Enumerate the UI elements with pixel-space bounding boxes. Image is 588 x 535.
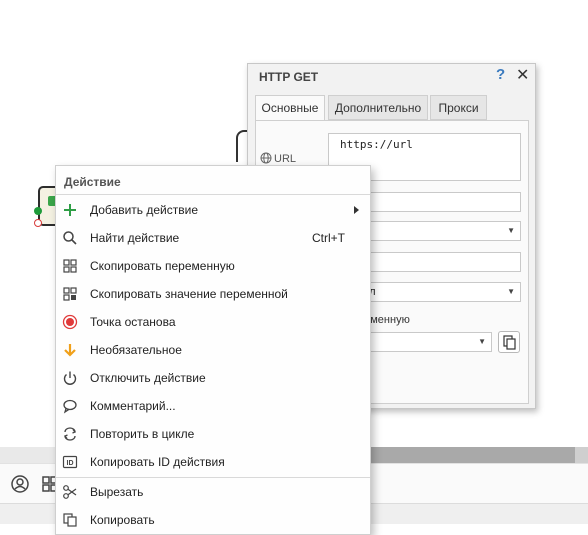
menu-item-find-action[interactable]: Найти действие Ctrl+T — [56, 224, 370, 252]
menu-item-label: Комментарий... — [90, 399, 176, 413]
menu-item-label: Добавить действие — [90, 203, 198, 217]
menu-item-label: Точка останова — [90, 315, 176, 329]
submenu-arrow-icon — [354, 206, 359, 214]
globe-icon — [260, 152, 272, 164]
menu-item-optional[interactable]: Необязательное — [56, 336, 370, 364]
breakpoint-icon — [62, 314, 78, 330]
field-2[interactable] — [358, 252, 521, 272]
grid-icon — [63, 259, 77, 273]
scissors-icon — [63, 485, 77, 499]
menu-item-copy-action-id[interactable]: ID Копировать ID действия — [56, 448, 370, 476]
context-menu: Действие Добавить действие Найти действи… — [55, 165, 371, 535]
tab-main[interactable]: Основные — [255, 95, 325, 121]
menu-item-disable-action[interactable]: Отключить действие — [56, 364, 370, 392]
select-2[interactable]: йл▼ — [358, 282, 521, 302]
copy-icon — [503, 335, 516, 350]
search-icon — [63, 231, 77, 245]
tab-advanced[interactable]: Дополнительно — [328, 95, 428, 120]
variable-picker-button[interactable] — [498, 331, 520, 353]
select-1[interactable]: ▼ — [358, 221, 521, 241]
menu-item-label: Скопировать значение переменной — [90, 287, 288, 301]
menu-header: Действие — [64, 175, 121, 189]
menu-item-label: Вырезать — [90, 485, 144, 499]
menu-item-shortcut: Ctrl+T — [312, 231, 345, 245]
comment-icon — [63, 399, 77, 414]
down-arrow-icon — [64, 344, 76, 357]
plus-icon — [64, 204, 76, 216]
menu-item-label: Отключить действие — [90, 371, 206, 385]
menu-item-label: Скопировать переменную — [90, 259, 235, 273]
url-label: URL — [260, 152, 296, 165]
close-icon[interactable]: ✕ — [516, 65, 529, 85]
menu-item-label: Найти действие — [90, 231, 180, 245]
panel-title: HTTP GET — [259, 70, 319, 84]
menu-item-copy-variable[interactable]: Скопировать переменную — [56, 252, 370, 280]
grid-value-icon — [63, 287, 77, 301]
menu-separator — [56, 194, 370, 195]
copy-icon — [63, 513, 77, 527]
menu-item-repeat-loop[interactable]: Повторить в цикле — [56, 420, 370, 448]
menu-item-label: Повторить в цикле — [90, 427, 195, 441]
scrollbar-thumb[interactable] — [370, 447, 575, 463]
menu-item-cut[interactable]: Вырезать — [56, 478, 370, 506]
svg-text:ID: ID — [67, 460, 74, 467]
loop-icon — [63, 427, 77, 441]
chevron-down-icon: ▼ — [478, 337, 486, 346]
node-error-port[interactable] — [34, 219, 42, 227]
chevron-down-icon: ▼ — [507, 287, 515, 296]
field-1[interactable] — [358, 192, 521, 212]
id-icon: ID — [62, 455, 78, 469]
menu-item-add-action[interactable]: Добавить действие — [56, 196, 370, 224]
menu-item-label: Копировать — [90, 513, 155, 527]
menu-item-label: Необязательное — [90, 343, 182, 357]
tab-proxy[interactable]: Прокси — [430, 95, 487, 120]
node-success-port[interactable] — [34, 207, 42, 215]
menu-item-label: Копировать ID действия — [90, 455, 225, 469]
chevron-down-icon: ▼ — [507, 226, 515, 235]
help-icon[interactable]: ? — [496, 66, 505, 83]
variable-select[interactable]: ▼ — [358, 332, 492, 352]
menu-item-breakpoint[interactable]: Точка останова — [56, 308, 370, 336]
menu-item-comment[interactable]: Комментарий... — [56, 392, 370, 420]
power-icon — [63, 371, 77, 385]
url-label-text: URL — [274, 153, 297, 165]
menu-item-copy[interactable]: Копировать — [56, 506, 370, 534]
menu-item-copy-variable-value[interactable]: Скопировать значение переменной — [56, 280, 370, 308]
user-icon[interactable] — [10, 474, 30, 494]
